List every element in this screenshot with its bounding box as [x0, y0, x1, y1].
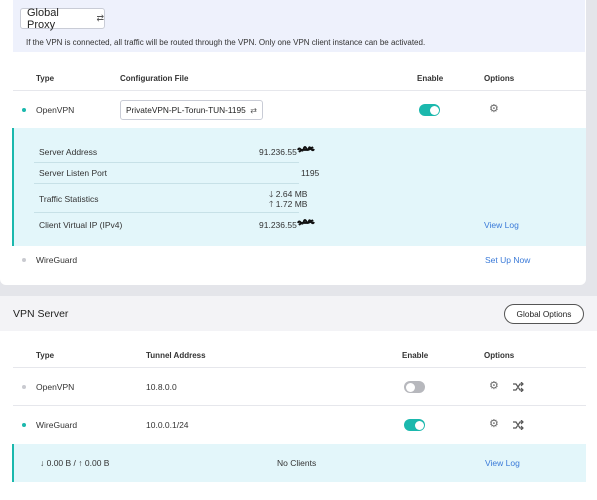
vpn-server-card: VPN Server Global Options Type Tunnel Ad…	[0, 296, 597, 500]
wireguard-client-label: WireGuard	[36, 255, 78, 265]
server-openvpn-tunnel: 10.8.0.0	[146, 382, 177, 392]
listen-port-value: 1195	[301, 168, 320, 178]
virtual-ip-value: 91.236.55	[259, 220, 297, 230]
col-header-options: Options	[484, 74, 515, 83]
col-header-enable: Enable	[417, 74, 444, 83]
col-header-type: Type	[36, 74, 55, 83]
status-dot-connected	[22, 108, 26, 112]
status-dot-disconnected	[22, 385, 26, 389]
vpn-server-header: VPN Server Global Options	[0, 296, 597, 331]
status-dot-connected	[22, 423, 26, 427]
redaction-scribble	[297, 146, 315, 153]
global-proxy-label: Global Proxy	[27, 6, 59, 31]
divider	[34, 183, 299, 184]
server-wireguard-tunnel: 10.0.0.1/24	[146, 420, 189, 430]
shuffle-icon[interactable]	[513, 420, 524, 430]
col-header-config: Configuration File	[120, 74, 189, 83]
openvpn-client-label: OpenVPN	[36, 105, 75, 115]
view-log-link[interactable]: View Log	[484, 220, 519, 230]
wireguard-server-toggle[interactable]	[404, 419, 425, 431]
gear-icon[interactable]: ⚙	[489, 419, 499, 430]
listen-port-label: Server Listen Port	[39, 168, 108, 178]
config-file-select[interactable]: PrivateVPN-PL-Torun-TUN-1195 ⇄	[120, 100, 263, 120]
traffic-statistics-label: Traffic Statistics	[39, 194, 99, 204]
divider	[34, 212, 299, 213]
col-header-tunnel: Tunnel Address	[146, 351, 206, 360]
clients-status: No Clients	[277, 458, 317, 468]
col-header-enable: Enable	[402, 351, 429, 360]
gear-icon[interactable]: ⚙	[489, 104, 499, 115]
shuffle-icon[interactable]	[513, 382, 524, 392]
divider	[13, 90, 586, 91]
global-proxy-button[interactable]: Global Proxy ⇄	[20, 6, 105, 31]
upload-value: 1.72 MB	[275, 199, 308, 209]
global-options-button[interactable]: Global Options	[504, 304, 584, 324]
download-value: 2.64 MB	[275, 189, 308, 199]
divider	[13, 405, 586, 406]
openvpn-connection-details: Server Address 91.236.55 Server Listen P…	[12, 128, 586, 246]
col-header-type: Type	[36, 351, 55, 360]
set-up-now-link[interactable]: Set Up Now	[485, 255, 530, 265]
server-wireguard-label: WireGuard	[36, 420, 78, 430]
divider	[13, 367, 586, 368]
server-openvpn-label: OpenVPN	[36, 382, 75, 392]
upload-arrow-icon: 🡑	[269, 199, 274, 209]
openvpn-client-toggle[interactable]	[419, 104, 440, 116]
proxy-description: If the VPN is connected, all traffic wil…	[26, 38, 426, 47]
status-dot-disconnected	[22, 258, 26, 262]
view-log-link[interactable]: View Log	[485, 458, 520, 468]
server-traffic-stats: ↓ 0.00 B / ↑ 0.00 B	[40, 458, 110, 468]
col-header-options: Options	[484, 351, 515, 360]
server-address-value: 91.236.55	[259, 147, 297, 157]
openvpn-server-toggle[interactable]	[404, 381, 425, 393]
divider	[34, 162, 299, 163]
swap-icon: ⇄	[96, 13, 104, 23]
virtual-ip-label: Client Virtual IP (IPv4)	[39, 220, 123, 230]
gear-icon[interactable]: ⚙	[489, 381, 499, 392]
redaction-scribble	[297, 219, 315, 226]
swap-icon: ⇄	[250, 105, 257, 115]
config-file-value: PrivateVPN-PL-Torun-TUN-1195	[126, 105, 246, 115]
wireguard-server-details: ↓ 0.00 B / ↑ 0.00 B No Clients View Log	[12, 444, 586, 482]
download-arrow-icon: 🡓	[269, 189, 274, 199]
section-title: VPN Server	[13, 308, 69, 320]
upload-stat: 🡑 1.72 MB	[269, 199, 307, 213]
vpn-client-card: Global Proxy ⇄ If the VPN is connected, …	[0, 0, 586, 285]
server-address-label: Server Address	[39, 147, 98, 157]
